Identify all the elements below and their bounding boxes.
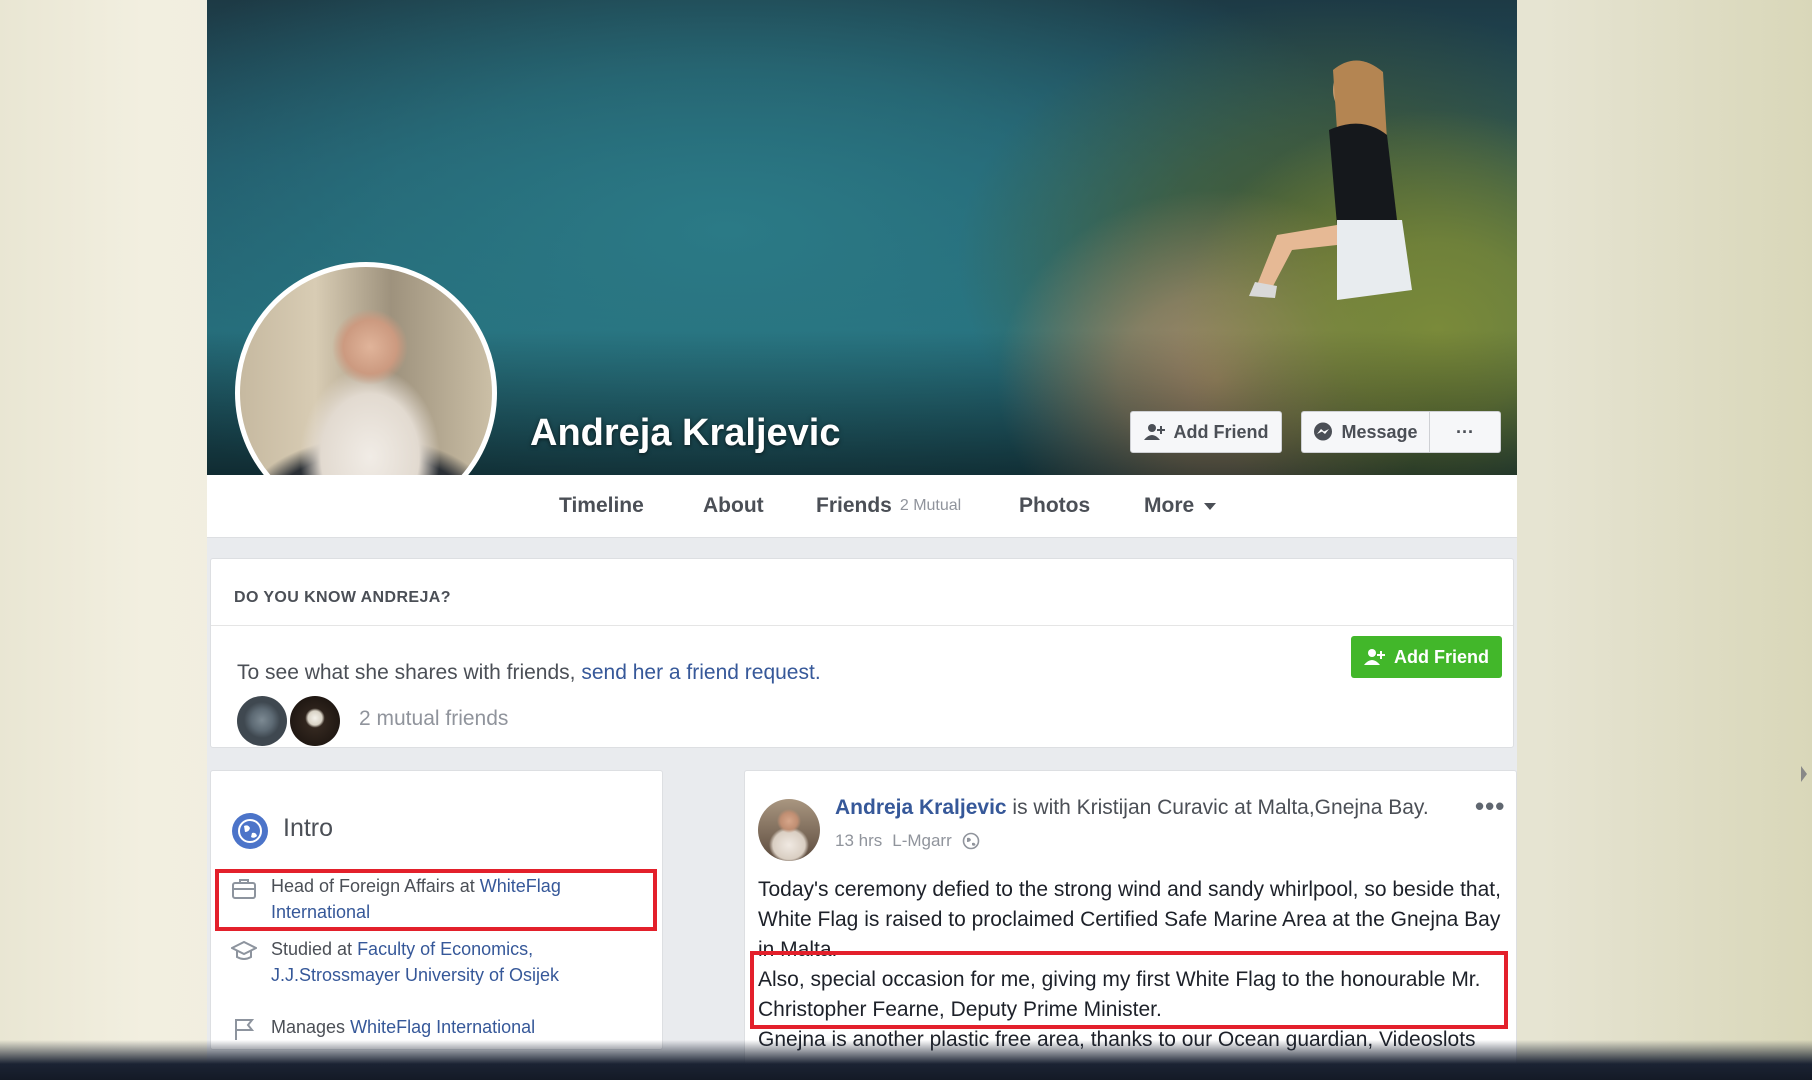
cover-photo-person <box>1249 60 1412 300</box>
tab-photos[interactable]: Photos <box>1019 475 1090 537</box>
highlight-box-work <box>215 869 657 931</box>
add-friend-icon <box>1143 424 1165 440</box>
post-meta: 13 hrs L-Mgarr <box>835 831 980 851</box>
post-header: Andreja Kraljevic is with Kristijan Cura… <box>835 796 1475 820</box>
whiteflag-page-link[interactable]: WhiteFlag International <box>350 1017 535 1037</box>
avatar[interactable] <box>290 696 340 746</box>
send-friend-request-link[interactable]: send her a friend request. <box>581 661 820 684</box>
tab-friends-mutual-count: 2 Mutual <box>899 497 962 514</box>
post-header-rest: is with Kristijan Curavic at Malta,Gnejn… <box>1006 796 1429 819</box>
tab-friends[interactable]: Friends 2 Mutual <box>816 475 961 537</box>
add-friend-green-button[interactable]: Add Friend <box>1351 636 1502 678</box>
do-you-know-card: DO YOU KNOW ANDREJA? To see what she sha… <box>210 558 1514 748</box>
intro-education-prefix: Studied at <box>271 939 358 959</box>
public-globe-icon <box>962 832 980 850</box>
message-label: Message <box>1341 421 1418 442</box>
intro-manages-item: Manages WhiteFlag International <box>231 1014 651 1042</box>
friend-request-prompt: To see what she shares with friends, sen… <box>237 661 821 685</box>
tab-timeline[interactable]: Timeline <box>559 475 644 537</box>
intro-manages-prefix: Manages <box>271 1017 351 1037</box>
graduation-cap-icon <box>231 940 257 960</box>
monitor-bezel <box>0 1040 1812 1080</box>
intro-education-item: Studied at Faculty of Economics, J.J.Str… <box>231 936 651 988</box>
mutual-friends-link[interactable]: 2 mutual friends <box>359 707 508 731</box>
post-time[interactable]: 13 hrs <box>835 831 882 851</box>
messenger-icon <box>1314 422 1333 441</box>
profile-page: Andreja Kraljevic Add Friend Message ···… <box>207 0 1517 1080</box>
add-friend-button[interactable]: Add Friend <box>1130 411 1282 453</box>
tab-more[interactable]: More <box>1144 475 1217 537</box>
do-you-know-title: DO YOU KNOW ANDREJA? <box>234 589 451 606</box>
add-friend-label: Add Friend <box>1173 421 1269 442</box>
intro-title: Intro <box>283 814 334 842</box>
avatar[interactable] <box>237 696 287 746</box>
profile-name[interactable]: Andreja Kraljevic <box>530 412 840 455</box>
divider <box>211 625 1513 626</box>
post-card: Andreja Kraljevic is with Kristijan Cura… <box>744 770 1517 1080</box>
tab-more-label: More <box>1144 494 1195 517</box>
friend-request-prompt-text: To see what she shares with friends, <box>237 661 582 684</box>
tab-timeline-label: Timeline <box>559 494 644 517</box>
add-friend-green-label: Add Friend <box>1394 646 1489 667</box>
tab-photos-label: Photos <box>1019 494 1091 517</box>
profile-more-button[interactable]: ··· <box>1429 411 1501 453</box>
globe-icon <box>232 813 268 849</box>
more-dots-icon: ··· <box>1456 421 1474 442</box>
mutual-friends-avatars <box>237 696 340 746</box>
intro-education-text: Studied at Faculty of Economics, J.J.Str… <box>271 936 651 988</box>
mouse-cursor-icon <box>1801 766 1807 782</box>
post-options-icon[interactable]: ••• <box>1475 791 1505 822</box>
message-button[interactable]: Message <box>1301 411 1429 453</box>
tab-friends-label: Friends <box>816 494 892 517</box>
avatar[interactable] <box>758 799 820 861</box>
tab-about[interactable]: About <box>703 475 764 537</box>
tab-about-label: About <box>703 494 764 517</box>
intro-manages-text: Manages WhiteFlag International <box>271 1014 535 1042</box>
flag-icon <box>235 1019 255 1040</box>
add-friend-icon <box>1364 649 1385 665</box>
post-location[interactable]: L-Mgarr <box>892 831 952 851</box>
post-author-link[interactable]: Andreja Kraljevic <box>835 796 1007 819</box>
highlight-box-post <box>750 951 1508 1029</box>
caret-down-icon <box>1204 502 1217 510</box>
intro-card: Intro Head of Foreign Affairs at WhiteFl… <box>210 770 663 1050</box>
profile-nav: Timeline About Friends 2 Mutual Photos M… <box>207 475 1517 538</box>
